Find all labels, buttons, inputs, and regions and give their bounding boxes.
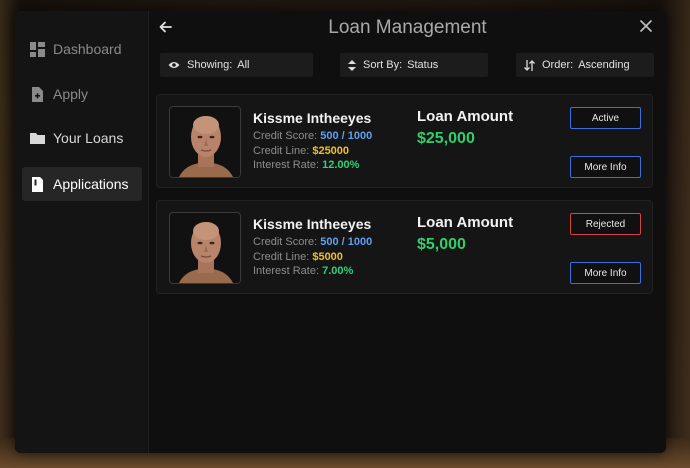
file-plus-icon <box>30 86 45 102</box>
close-icon[interactable] <box>638 18 654 34</box>
credit-line-value: $5000 <box>312 251 343 263</box>
showing-filter-value: All <box>237 59 250 71</box>
topbar: Loan Management <box>149 11 666 45</box>
interest-rate-row: Interest Rate: 12.00% <box>253 159 359 171</box>
eye-icon <box>168 62 180 68</box>
credit-score-label: Credit Score: <box>253 130 318 142</box>
sidebar-item-your-loans[interactable]: Your Loans <box>22 121 142 155</box>
loan-amount-label: Loan Amount <box>417 214 514 231</box>
credit-score-label: Credit Score: <box>253 236 318 248</box>
credit-line-label: Credit Line: <box>253 145 310 157</box>
credit-line-row: Credit Line: $5000 <box>253 251 343 263</box>
credit-line-value: $25000 <box>312 145 350 157</box>
sort-filter-label: Sort By: <box>363 59 403 71</box>
sidebar-item-label: Dashboard <box>53 41 122 57</box>
more-info-button[interactable]: More Info <box>570 156 641 178</box>
loan-management-window: Dashboard Apply Your Loans Applications <box>15 11 666 453</box>
sidebar-item-label: Applications <box>53 176 129 192</box>
loan-amount-label: Loan Amount <box>417 108 514 125</box>
order-filter[interactable]: Order: Ascending <box>516 53 654 77</box>
interest-rate-value: 7.00% <box>322 265 354 277</box>
credit-line-label: Credit Line: <box>253 251 310 263</box>
status-badge[interactable]: Active <box>570 107 641 129</box>
sort-icon <box>348 59 356 71</box>
document-icon <box>30 176 45 192</box>
sidebar: Dashboard Apply Your Loans Applications <box>15 11 149 453</box>
sort-filter-value: Status <box>407 59 439 71</box>
credit-score-value: 500 / 1000 <box>320 130 373 142</box>
interest-rate-label: Interest Rate: <box>253 265 320 277</box>
applicant-name: Kissme Intheeyes <box>253 216 372 232</box>
applicant-name: Kissme Intheeyes <box>253 110 372 126</box>
interest-rate-value: 12.00% <box>322 159 360 171</box>
avatar <box>169 106 241 178</box>
credit-score-value: 500 / 1000 <box>320 236 373 248</box>
sidebar-item-label: Your Loans <box>53 130 124 146</box>
main-panel: Loan Management Showing: All Sort By: St… <box>149 11 666 453</box>
loan-card: Kissme Intheeyes Credit Score: 500 / 100… <box>156 200 653 294</box>
interest-rate-row: Interest Rate: 7.00% <box>253 265 353 277</box>
order-icon <box>524 59 535 71</box>
loan-amount-value: $25,000 <box>417 130 475 147</box>
loan-card: Kissme Intheeyes Credit Score: 500 / 100… <box>156 94 653 188</box>
loan-amount-value: $5,000 <box>417 236 466 253</box>
page-title: Loan Management <box>328 17 487 38</box>
more-info-button[interactable]: More Info <box>570 262 641 284</box>
credit-score-row: Credit Score: 500 / 1000 <box>253 130 372 142</box>
order-filter-label: Order: <box>542 59 574 71</box>
sidebar-item-applications[interactable]: Applications <box>22 167 142 201</box>
dashboard-icon <box>30 41 45 57</box>
sidebar-item-apply[interactable]: Apply <box>22 77 142 111</box>
order-filter-value: Ascending <box>578 59 630 71</box>
sidebar-item-label: Apply <box>53 86 89 102</box>
credit-line-row: Credit Line: $25000 <box>253 145 349 157</box>
showing-filter[interactable]: Showing: All <box>160 53 313 77</box>
credit-score-row: Credit Score: 500 / 1000 <box>253 236 372 248</box>
sidebar-item-dashboard[interactable]: Dashboard <box>22 32 142 66</box>
folder-icon <box>30 131 45 146</box>
sort-filter[interactable]: Sort By: Status <box>340 53 488 77</box>
interest-rate-label: Interest Rate: <box>253 159 320 171</box>
avatar <box>169 212 241 284</box>
showing-filter-label: Showing: <box>187 59 233 71</box>
status-badge[interactable]: Rejected <box>570 213 641 235</box>
